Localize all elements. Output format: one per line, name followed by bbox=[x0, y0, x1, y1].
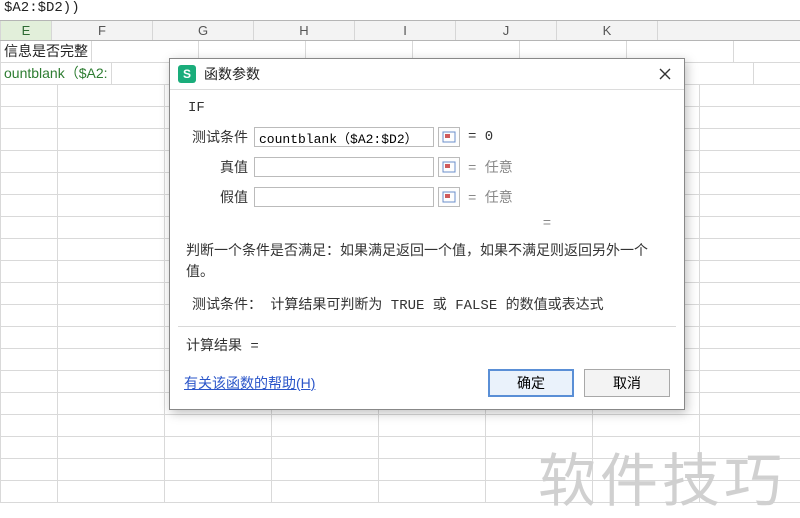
dialog-titlebar[interactable]: S 函数参数 bbox=[170, 59, 684, 90]
col-header-J[interactable]: J bbox=[456, 21, 557, 40]
help-link[interactable]: 有关该函数的帮助(H) bbox=[184, 373, 315, 393]
col-header-G[interactable]: G bbox=[153, 21, 254, 40]
arg-label-true: 真值 bbox=[184, 157, 248, 177]
column-header-row: E F G H I J K bbox=[0, 20, 800, 41]
formula-bar-fragment: $A2:$D2)) bbox=[0, 0, 800, 20]
col-header-K[interactable]: K bbox=[557, 21, 658, 40]
col-header-F[interactable]: F bbox=[52, 21, 153, 40]
arg-result-logical-test: = 0 bbox=[468, 129, 493, 145]
arg-label-logical-test: 测试条件 bbox=[184, 127, 248, 147]
arg-result-true: = 任意 bbox=[468, 157, 513, 177]
range-selector-icon[interactable] bbox=[438, 157, 460, 177]
function-name: IF bbox=[188, 100, 670, 116]
arg-result-false: = 任意 bbox=[468, 187, 513, 207]
cancel-button[interactable]: 取消 bbox=[584, 369, 670, 397]
argument-description: 测试条件： 计算结果可判断为 TRUE 或 FALSE 的数值或表达式 bbox=[192, 294, 668, 314]
wps-logo-icon: S bbox=[178, 65, 196, 83]
cell-E2[interactable]: ountblank（$A2: bbox=[0, 63, 112, 84]
calculation-result: 计算结果 = bbox=[186, 335, 670, 355]
arg-input-true[interactable] bbox=[254, 157, 434, 177]
col-header-E[interactable]: E bbox=[0, 21, 52, 40]
col-header-I[interactable]: I bbox=[355, 21, 456, 40]
arg-label-false: 假值 bbox=[184, 187, 248, 207]
col-header-H[interactable]: H bbox=[254, 21, 355, 40]
range-selector-icon[interactable] bbox=[438, 127, 460, 147]
argument-table: 测试条件 = 0 真值 = 任意 假值 bbox=[184, 124, 670, 210]
divider bbox=[178, 326, 676, 327]
range-selector-icon[interactable] bbox=[438, 187, 460, 207]
dialog-title: 函数参数 bbox=[204, 64, 654, 84]
arg-input-logical-test[interactable] bbox=[254, 127, 434, 147]
close-icon[interactable] bbox=[654, 63, 676, 85]
function-arguments-dialog: S 函数参数 IF 测试条件 = 0 真值 = 任意 bbox=[169, 58, 685, 410]
ok-button[interactable]: 确定 bbox=[488, 369, 574, 397]
cell-E1[interactable]: 信息是否完整 bbox=[0, 41, 92, 62]
formula-result-eq: = bbox=[424, 216, 670, 232]
arg-input-false[interactable] bbox=[254, 187, 434, 207]
function-description: 判断一个条件是否满足：如果满足返回一个值，如果不满足则返回另外一个值。 bbox=[186, 242, 668, 284]
